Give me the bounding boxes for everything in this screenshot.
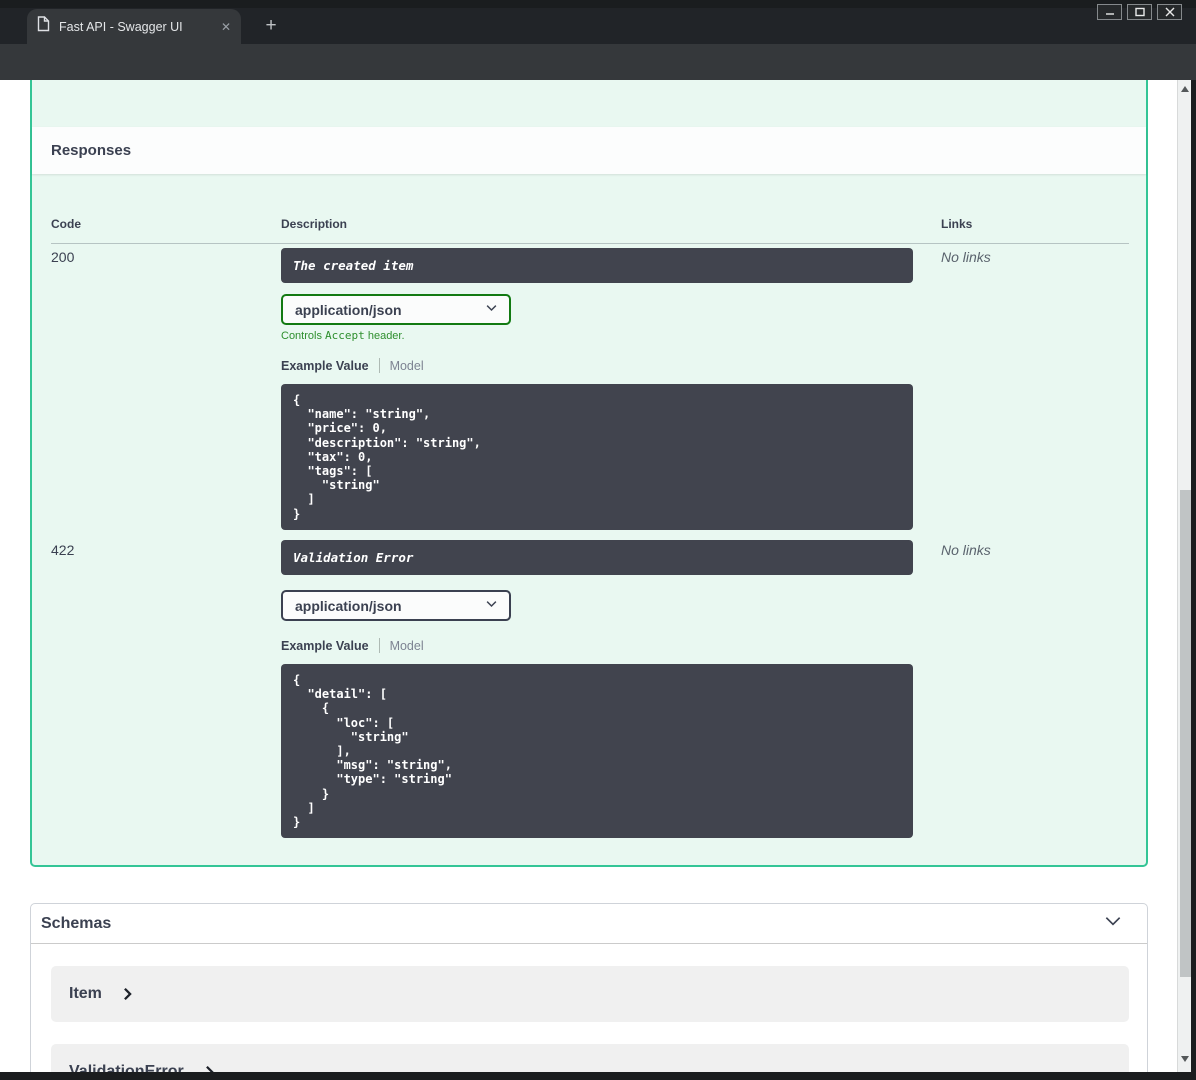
column-header-code: Code	[51, 217, 81, 231]
schema-item-card[interactable]: Item	[51, 966, 1129, 1022]
close-button[interactable]	[1157, 4, 1182, 20]
media-type-select-422[interactable]: application/json	[281, 590, 511, 621]
scrollbar-thumb[interactable]	[1180, 490, 1191, 977]
tab-model[interactable]: Model	[390, 359, 424, 373]
accept-header-note: Controls Accept header.	[281, 329, 405, 342]
browser-toolbar: 127.0.0.1:8000/docs	[0, 44, 1196, 120]
schemas-panel: Schemas Item ValidationError	[30, 903, 1148, 1072]
browser-window: Fast API - Swagger UI ✕ + Responses Code…	[0, 0, 1196, 1080]
chevron-right-icon	[205, 1065, 214, 1072]
browser-tab[interactable]: Fast API - Swagger UI ✕	[27, 9, 241, 44]
media-type-value-422: application/json	[295, 597, 402, 614]
tab-divider	[378, 638, 380, 653]
tab-title: Fast API - Swagger UI	[59, 19, 183, 34]
scroll-up-arrow-icon[interactable]	[1181, 86, 1189, 92]
scroll-down-arrow-icon[interactable]	[1181, 1056, 1189, 1062]
tab-divider	[378, 358, 380, 373]
example-json-422[interactable]: { "detail": [ { "loc": [ "string" ], "ms…	[281, 664, 913, 838]
minimize-button[interactable]	[1097, 4, 1122, 20]
chevron-down-icon	[484, 596, 499, 616]
media-type-value-200: application/json	[295, 301, 402, 318]
response-description-422: Validation Error	[281, 540, 913, 575]
chevron-right-icon	[123, 987, 132, 1001]
schema-item-name: Item	[69, 985, 102, 1002]
accept-note-prefix: Controls	[281, 330, 326, 342]
tab-example-value[interactable]: Example Value	[281, 639, 369, 653]
tab-close-icon[interactable]: ✕	[221, 21, 231, 33]
schema-validationerror-name: ValidationError	[69, 1063, 184, 1072]
example-model-tabs-200: Example Value Model	[281, 358, 424, 373]
new-tab-button[interactable]: +	[260, 15, 282, 37]
response-code-200: 200	[51, 249, 75, 265]
response-links-422: No links	[941, 542, 991, 558]
tab-model[interactable]: Model	[390, 639, 424, 653]
table-header-rule	[51, 243, 1129, 244]
schemas-header[interactable]: Schemas	[31, 904, 1147, 944]
responses-panel: Responses Code Description Links 200 The…	[30, 80, 1148, 867]
schema-validationerror-card[interactable]: ValidationError	[51, 1044, 1129, 1072]
column-header-links: Links	[941, 217, 973, 231]
chevron-down-icon	[484, 300, 499, 320]
column-header-description: Description	[281, 217, 348, 231]
window-controls	[1097, 4, 1182, 20]
accept-note-suffix: header.	[364, 330, 405, 342]
responses-header: Responses	[32, 127, 1146, 174]
window-frame-bottom	[0, 1072, 1196, 1080]
vertical-scrollbar[interactable]	[1177, 80, 1191, 1072]
response-code-422: 422	[51, 542, 75, 558]
response-description-200: The created item	[281, 248, 913, 283]
maximize-button[interactable]	[1127, 4, 1152, 20]
schemas-title: Schemas	[41, 914, 112, 932]
example-model-tabs-422: Example Value Model	[281, 638, 424, 653]
collapse-chevron-icon[interactable]	[1103, 911, 1123, 936]
response-links-200: No links	[941, 249, 991, 265]
media-type-select-200[interactable]: application/json	[281, 294, 511, 325]
window-frame-right	[1191, 80, 1196, 1080]
responses-title: Responses	[51, 142, 132, 159]
titlebar: Fast API - Swagger UI ✕ +	[0, 0, 1196, 44]
example-json-200[interactable]: { "name": "string", "price": 0, "descrip…	[281, 384, 913, 530]
accept-note-word: Accept	[325, 329, 365, 342]
tab-example-value[interactable]: Example Value	[281, 359, 369, 373]
titlebar-top-strip	[0, 0, 1196, 8]
page-content: Responses Code Description Links 200 The…	[0, 80, 1191, 1072]
page-favicon-icon	[37, 16, 50, 37]
